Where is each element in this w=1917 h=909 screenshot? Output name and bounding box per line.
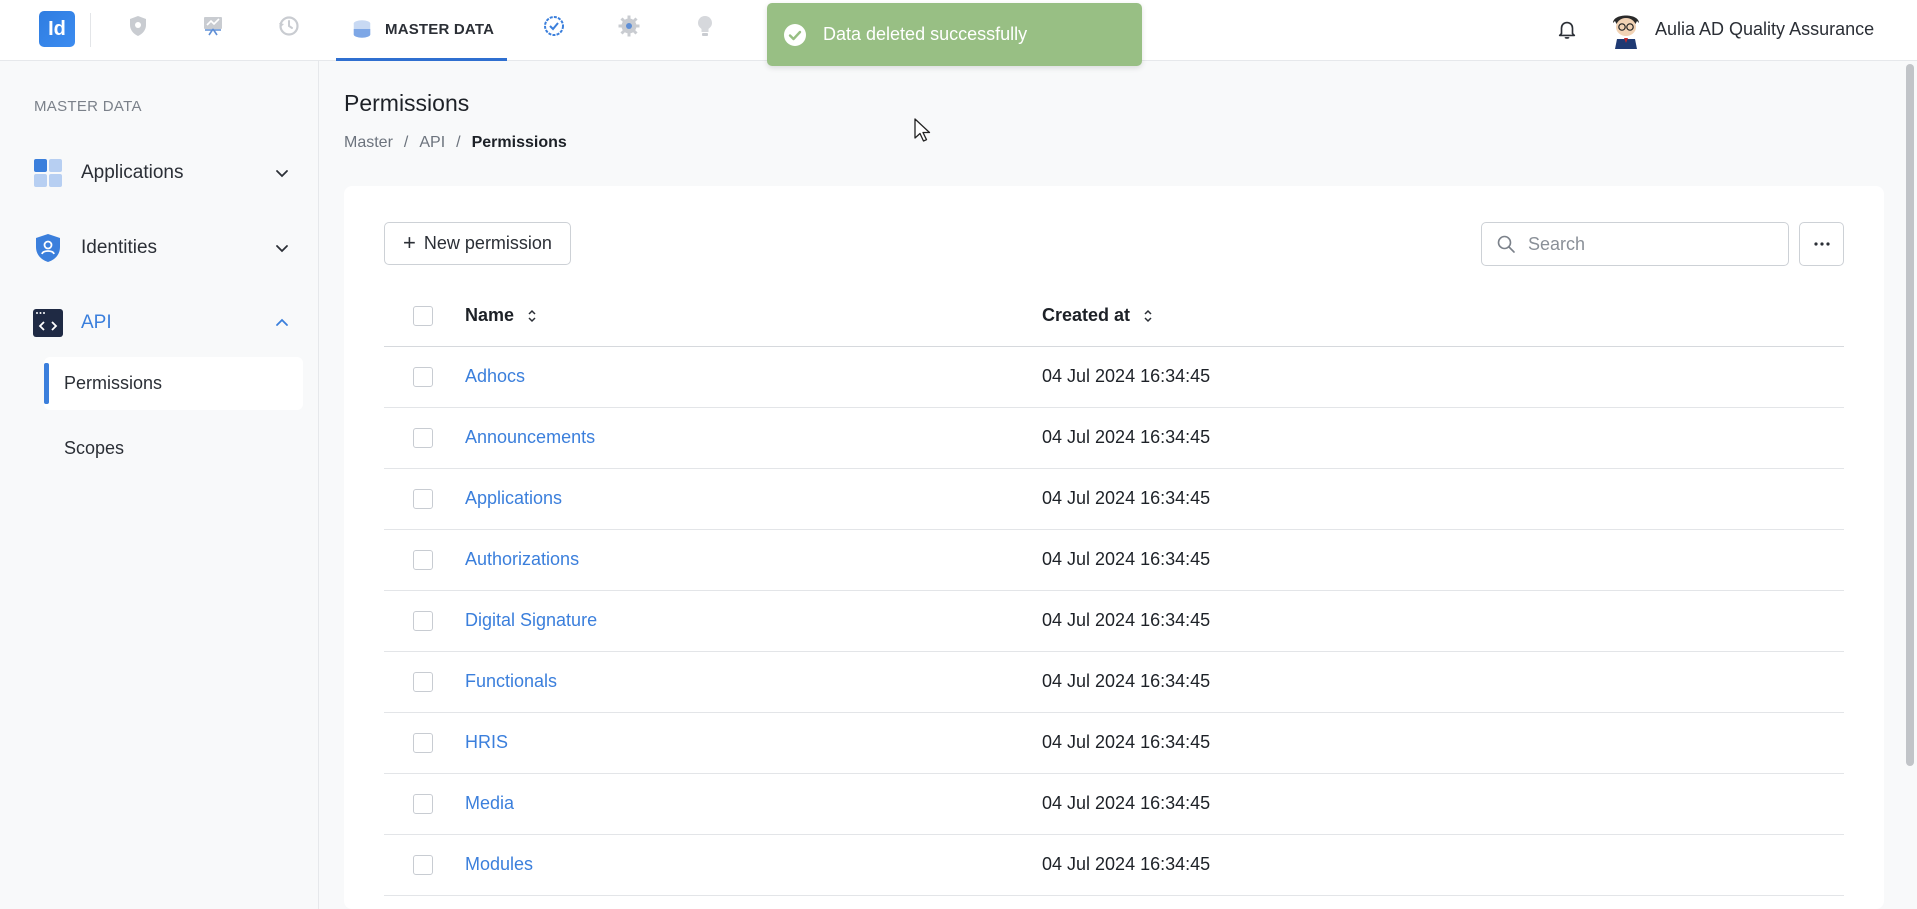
created-at-cell: 04 Jul 2024 16:34:45 xyxy=(1042,671,1211,691)
table-row: Announcements 04 Jul 2024 16:34:45 xyxy=(384,408,1844,469)
permission-name-link[interactable]: HRIS xyxy=(465,732,508,753)
sidebar-title: MASTER DATA xyxy=(34,98,142,115)
row-checkbox[interactable] xyxy=(413,428,433,448)
table-row: Adhocs 04 Jul 2024 16:34:45 xyxy=(384,347,1844,408)
search-input[interactable] xyxy=(1528,233,1768,255)
breadcrumb-separator: / xyxy=(456,134,461,151)
app-logo[interactable]: Id xyxy=(39,11,75,47)
avatar[interactable] xyxy=(1607,9,1645,49)
table-row: Media 04 Jul 2024 16:34:45 xyxy=(384,774,1844,835)
more-options-button[interactable] xyxy=(1799,222,1844,266)
toast-message: Data deleted successfully xyxy=(823,24,1028,44)
column-header-created-at[interactable]: Created at xyxy=(1042,305,1154,326)
tab-master-data-label: MASTER DATA xyxy=(385,20,495,38)
grid-icon xyxy=(34,159,62,187)
code-window-icon xyxy=(33,309,63,337)
check-circle-icon xyxy=(784,23,806,46)
sidebar-item-label: Applications xyxy=(81,162,184,183)
sidebar: MASTER DATA Applications Identities API … xyxy=(0,61,319,909)
permissions-card: + New permission Name Created at xyxy=(344,186,1884,909)
created-at-cell: 04 Jul 2024 16:34:45 xyxy=(1042,366,1211,386)
created-at-cell: 04 Jul 2024 16:34:45 xyxy=(1042,793,1211,813)
table-row: Applications 04 Jul 2024 16:34:45 xyxy=(384,469,1844,530)
shield-icon[interactable] xyxy=(126,14,150,38)
permission-name-link[interactable]: Modules xyxy=(465,854,533,875)
column-header-label: Name xyxy=(465,305,515,325)
logo-divider xyxy=(90,13,91,47)
new-permission-button[interactable]: + New permission xyxy=(384,222,571,265)
presentation-icon[interactable] xyxy=(201,14,225,38)
database-icon xyxy=(353,20,371,38)
history-icon[interactable] xyxy=(277,14,301,38)
row-checkbox[interactable] xyxy=(413,489,433,509)
sidebar-item-label: API xyxy=(81,312,112,333)
row-checkbox[interactable] xyxy=(413,611,433,631)
table-row: HRIS 04 Jul 2024 16:34:45 xyxy=(384,713,1844,774)
search-icon xyxy=(1497,235,1515,253)
created-at-cell: 04 Jul 2024 16:34:45 xyxy=(1042,427,1211,447)
row-checkbox[interactable] xyxy=(413,367,433,387)
sidebar-item-applications[interactable]: Applications xyxy=(32,153,300,193)
column-header-name[interactable]: Name xyxy=(465,305,538,326)
chevron-down-icon[interactable] xyxy=(274,240,290,256)
mouse-cursor-icon xyxy=(914,118,931,142)
permission-name-link[interactable]: Adhocs xyxy=(465,366,525,387)
breadcrumb-current: Permissions xyxy=(471,134,567,151)
sidebar-item-identities[interactable]: Identities xyxy=(32,228,300,268)
table-row: Modules 04 Jul 2024 16:34:45 xyxy=(384,835,1844,896)
chevron-down-icon[interactable] xyxy=(274,165,290,181)
lightbulb-icon[interactable] xyxy=(693,14,717,38)
row-checkbox[interactable] xyxy=(413,550,433,570)
row-checkbox[interactable] xyxy=(413,855,433,875)
permission-name-link[interactable]: Authorizations xyxy=(465,549,579,570)
permission-name-link[interactable]: Digital Signature xyxy=(465,610,597,631)
plus-icon: + xyxy=(403,229,416,255)
bell-icon[interactable] xyxy=(1556,18,1578,40)
table-header: Name Created at xyxy=(384,286,1844,347)
column-header-label: Created at xyxy=(1042,305,1131,325)
created-at-cell: 04 Jul 2024 16:34:45 xyxy=(1042,854,1211,874)
sidebar-item-api[interactable]: API xyxy=(32,303,300,343)
more-horizontal-icon xyxy=(1813,242,1830,246)
page-scrollbar[interactable] xyxy=(1906,64,1914,766)
permission-name-link[interactable]: Applications xyxy=(465,488,562,509)
created-at-cell: 04 Jul 2024 16:34:45 xyxy=(1042,732,1211,752)
breadcrumb-separator: / xyxy=(403,134,409,151)
created-at-cell: 04 Jul 2024 16:34:45 xyxy=(1042,610,1211,630)
created-at-cell: 04 Jul 2024 16:34:45 xyxy=(1042,488,1211,508)
table-row: Functionals 04 Jul 2024 16:34:45 xyxy=(384,652,1844,713)
select-all-checkbox[interactable] xyxy=(413,306,433,326)
permissions-table: Name Created at Adhocs 04 Jul 2024 16:34… xyxy=(384,286,1844,896)
breadcrumb-master[interactable]: Master xyxy=(344,134,393,152)
breadcrumb: Master / API / Permissions xyxy=(344,134,567,152)
success-toast: Data deleted successfully xyxy=(767,3,1142,66)
sidebar-subitem-permissions[interactable]: Permissions xyxy=(44,357,303,410)
sort-icon[interactable] xyxy=(1142,308,1154,324)
row-checkbox[interactable] xyxy=(413,672,433,692)
user-shield-icon xyxy=(36,234,60,262)
sidebar-item-label: Identities xyxy=(81,237,158,258)
permission-name-link[interactable]: Announcements xyxy=(465,427,595,448)
table-row: Digital Signature 04 Jul 2024 16:34:45 xyxy=(384,591,1844,652)
search-box[interactable] xyxy=(1481,222,1789,266)
user-name[interactable]: Aulia AD Quality Assurance xyxy=(1655,19,1874,40)
new-permission-label: New permission xyxy=(423,233,552,253)
created-at-cell: 04 Jul 2024 16:34:45 xyxy=(1042,549,1211,569)
chevron-up-icon[interactable] xyxy=(274,315,290,331)
tab-master-data[interactable]: MASTER DATA xyxy=(336,0,507,61)
permission-name-link[interactable]: Media xyxy=(465,793,514,814)
check-badge-icon[interactable] xyxy=(542,14,566,38)
permission-name-link[interactable]: Functionals xyxy=(465,671,557,692)
sort-icon[interactable] xyxy=(526,308,538,324)
page-title: Permissions xyxy=(344,90,470,116)
gear-icon[interactable] xyxy=(617,14,641,38)
row-checkbox[interactable] xyxy=(413,794,433,814)
table-row: Authorizations 04 Jul 2024 16:34:45 xyxy=(384,530,1844,591)
sidebar-subitem-scopes[interactable]: Scopes xyxy=(44,422,303,475)
row-checkbox[interactable] xyxy=(413,733,433,753)
breadcrumb-api[interactable]: API xyxy=(419,134,445,152)
